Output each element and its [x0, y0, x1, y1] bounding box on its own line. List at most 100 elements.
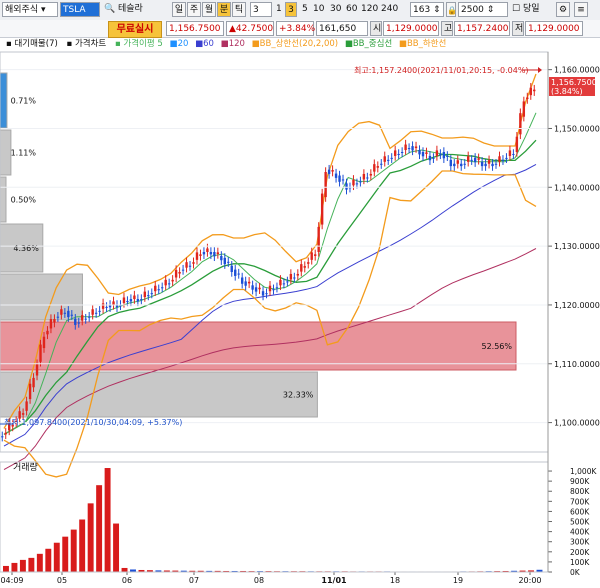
- candle-body: [230, 265, 233, 272]
- volume-bar: [113, 523, 120, 572]
- candle-body: [185, 262, 188, 268]
- volume-profile-bar: [0, 273, 83, 321]
- candle-body: [49, 319, 53, 329]
- candle-body: [300, 264, 303, 272]
- price-chart[interactable]: 0.71% 1.11% 0.50% 4.36% 52.56% 32.33% 1,160.0…: [0, 0, 600, 588]
- candle-body: [282, 283, 286, 285]
- candle-body: [154, 285, 157, 292]
- candle-body: [174, 270, 178, 278]
- volume-tick-label: 800K: [570, 487, 590, 496]
- candle-body: [362, 173, 366, 180]
- candle-body: [258, 287, 261, 290]
- volume-profile-label: 1.11%: [11, 149, 37, 158]
- volume-axis: 1,000K900K800K700K600K 500K400K300K200K10…: [548, 467, 597, 577]
- candle-body: [202, 252, 206, 255]
- candle-body: [327, 169, 331, 174]
- candle-body: [359, 181, 362, 183]
- candle-body: [533, 89, 536, 92]
- candle-body: [463, 163, 466, 165]
- volume-profile-label: 0.71%: [11, 97, 37, 106]
- candle-body: [140, 299, 143, 301]
- candle-body: [466, 156, 470, 162]
- candle-body: [265, 293, 268, 295]
- candle-body: [411, 146, 414, 151]
- volume-bar: [36, 553, 43, 572]
- candle-body: [317, 226, 320, 252]
- candle-body: [508, 150, 512, 156]
- candle-body: [84, 318, 87, 320]
- candle-body: [98, 310, 101, 312]
- candle-body: [432, 157, 435, 159]
- candle-body: [195, 252, 199, 260]
- candle-body: [53, 319, 56, 323]
- price-tick-label: 1,160.0000: [554, 66, 600, 75]
- volume-bars: [3, 468, 543, 572]
- candle-body: [501, 159, 505, 161]
- candle-body: [400, 152, 404, 153]
- candle-body: [387, 159, 390, 161]
- candle-body: [487, 160, 491, 164]
- candle-body: [199, 254, 202, 256]
- candle-body: [341, 179, 345, 181]
- low-marker: 최저:1,097.8400(2021/10/30,04:09, +5.37%): [4, 417, 182, 427]
- candle-body: [428, 155, 432, 161]
- time-axis: 04:09 05 06 07 08 11/01 18 19 20:00: [0, 572, 542, 585]
- time-tick-label: 11/01: [321, 576, 347, 585]
- candle-body: [167, 283, 171, 285]
- candle-body: [345, 183, 348, 190]
- candle-body: [240, 277, 244, 284]
- candle-body: [87, 316, 91, 318]
- volume-bar: [3, 565, 9, 572]
- volume-profile-label: 32.33%: [283, 391, 314, 400]
- time-tick-label: 07: [189, 576, 199, 585]
- volume-tick-label: 700K: [570, 497, 590, 506]
- volume-bar: [19, 559, 26, 572]
- candle-body: [453, 163, 456, 167]
- candle-body: [366, 177, 369, 179]
- volume-bar: [87, 503, 94, 572]
- volume-bar: [53, 542, 60, 572]
- candle-body: [491, 163, 494, 167]
- candle-body: [32, 377, 35, 388]
- candle-body: [279, 279, 282, 286]
- volume-bar: [45, 548, 52, 572]
- high-marker-arrowhead: [538, 67, 542, 73]
- candle-body: [251, 285, 254, 290]
- time-tick-label: 06: [122, 576, 132, 585]
- candle-body: [320, 193, 324, 225]
- volume-bar: [70, 529, 77, 572]
- candle-body: [373, 164, 376, 172]
- candle-body: [129, 299, 133, 302]
- candle-body: [223, 257, 226, 265]
- candle-body: [254, 287, 258, 292]
- candle-body: [498, 156, 501, 162]
- price-tick-label: 1,140.0000: [554, 183, 600, 192]
- current-price-tag: 1,156.7500 (3.84%): [549, 77, 597, 96]
- price-tick-label: 1,100.0000: [554, 419, 600, 428]
- candle-body: [46, 330, 49, 335]
- candle-body: [63, 312, 67, 314]
- current-price-text: 1,156.7500: [551, 78, 597, 87]
- candle-body: [293, 277, 296, 279]
- candle-body: [449, 159, 453, 167]
- volume-bar: [62, 536, 69, 572]
- candle-body: [334, 173, 338, 178]
- candle-body: [67, 310, 70, 318]
- candle-body: [21, 413, 25, 415]
- candle-body: [206, 248, 209, 252]
- candle-body: [220, 255, 223, 261]
- candle-body: [122, 297, 126, 303]
- candle-body: [209, 252, 213, 255]
- candle-body: [393, 150, 397, 156]
- volume-profile-label: 52.56%: [481, 342, 512, 351]
- time-tick-label: 08: [254, 576, 264, 585]
- volume-tick-label: 200K: [570, 548, 590, 557]
- volume-profile-label: 4.36%: [13, 244, 39, 253]
- candle-body: [331, 170, 334, 172]
- candle-body: [178, 272, 181, 274]
- volume-bar: [79, 519, 86, 572]
- volume-tick-label: 900K: [570, 477, 590, 486]
- candle-body: [244, 281, 247, 286]
- candle-body: [181, 269, 185, 271]
- candle-body: [338, 175, 341, 182]
